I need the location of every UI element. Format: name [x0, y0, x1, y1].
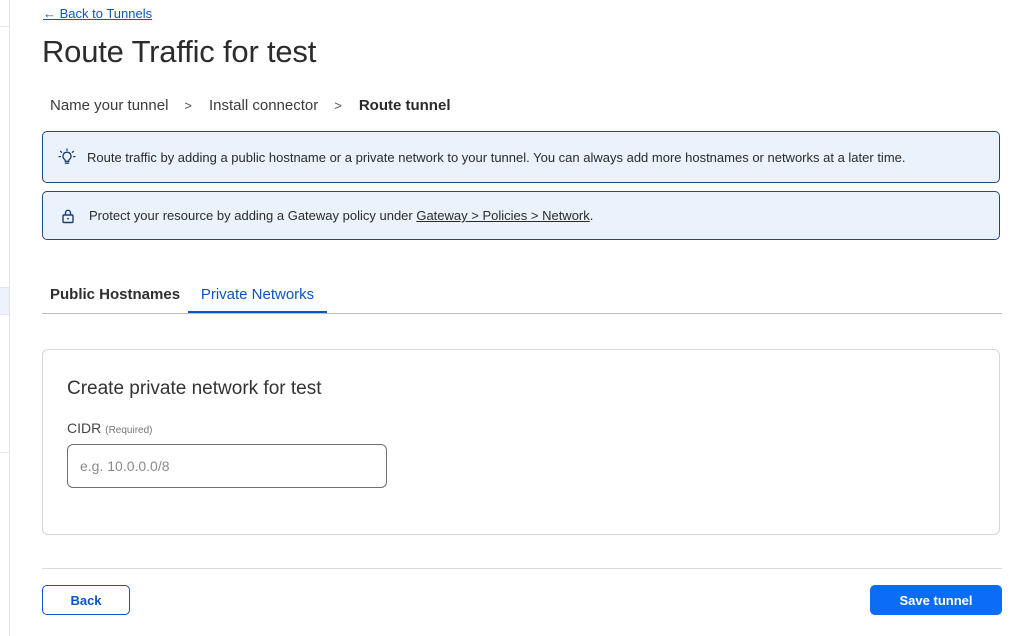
cidr-label-text: CIDR [67, 420, 102, 436]
footer-divider [42, 568, 1002, 569]
left-sidebar-edge [0, 0, 10, 636]
route-type-tabs: Public Hostnames Private Networks [42, 277, 1002, 314]
tab-private-networks[interactable]: Private Networks [188, 277, 327, 313]
back-to-tunnels-link[interactable]: ← Back to Tunnels [43, 6, 152, 21]
info-banner-text: Route traffic by adding a public hostnam… [87, 149, 906, 165]
policy-banner-text-before: Protect your resource by adding a Gatewa… [89, 208, 417, 223]
tab-public-hostnames[interactable]: Public Hostnames [50, 277, 180, 312]
page-title: Route Traffic for test [42, 34, 317, 69]
sidebar-divider [0, 452, 9, 453]
policy-banner-text-after: . [589, 208, 594, 223]
lock-icon [59, 207, 77, 225]
required-indicator: (Required) [105, 425, 153, 436]
sidebar-divider [0, 26, 9, 27]
info-banner-gateway-policy: Protect your resource by adding a Gatewa… [42, 191, 1000, 240]
cidr-input[interactable] [67, 444, 387, 488]
lightbulb-icon [58, 148, 76, 166]
sidebar-selected-item[interactable] [0, 287, 9, 315]
breadcrumb-step-name-tunnel: Name your tunnel [50, 97, 169, 114]
gateway-policies-network-link[interactable]: Gateway > Policies > Network [416, 208, 589, 223]
breadcrumb-step-route-tunnel: Route tunnel [358, 97, 451, 114]
cidr-label: CIDR (Required) [67, 420, 152, 436]
breadcrumb: Name your tunnel > Install connector > R… [50, 97, 450, 114]
form-title: Create private network for test [67, 378, 322, 399]
policy-banner-text: Protect your resource by adding a Gatewa… [89, 208, 593, 223]
back-button[interactable]: Back [42, 585, 130, 615]
breadcrumb-step-install-connector: Install connector [209, 97, 319, 114]
breadcrumb-separator: > [184, 98, 192, 113]
save-tunnel-button[interactable]: Save tunnel [870, 585, 1002, 615]
private-network-form-card: Create private network for test CIDR (Req… [42, 349, 1000, 535]
breadcrumb-separator: > [334, 98, 342, 113]
info-banner-route-traffic: Route traffic by adding a public hostnam… [42, 131, 1000, 183]
